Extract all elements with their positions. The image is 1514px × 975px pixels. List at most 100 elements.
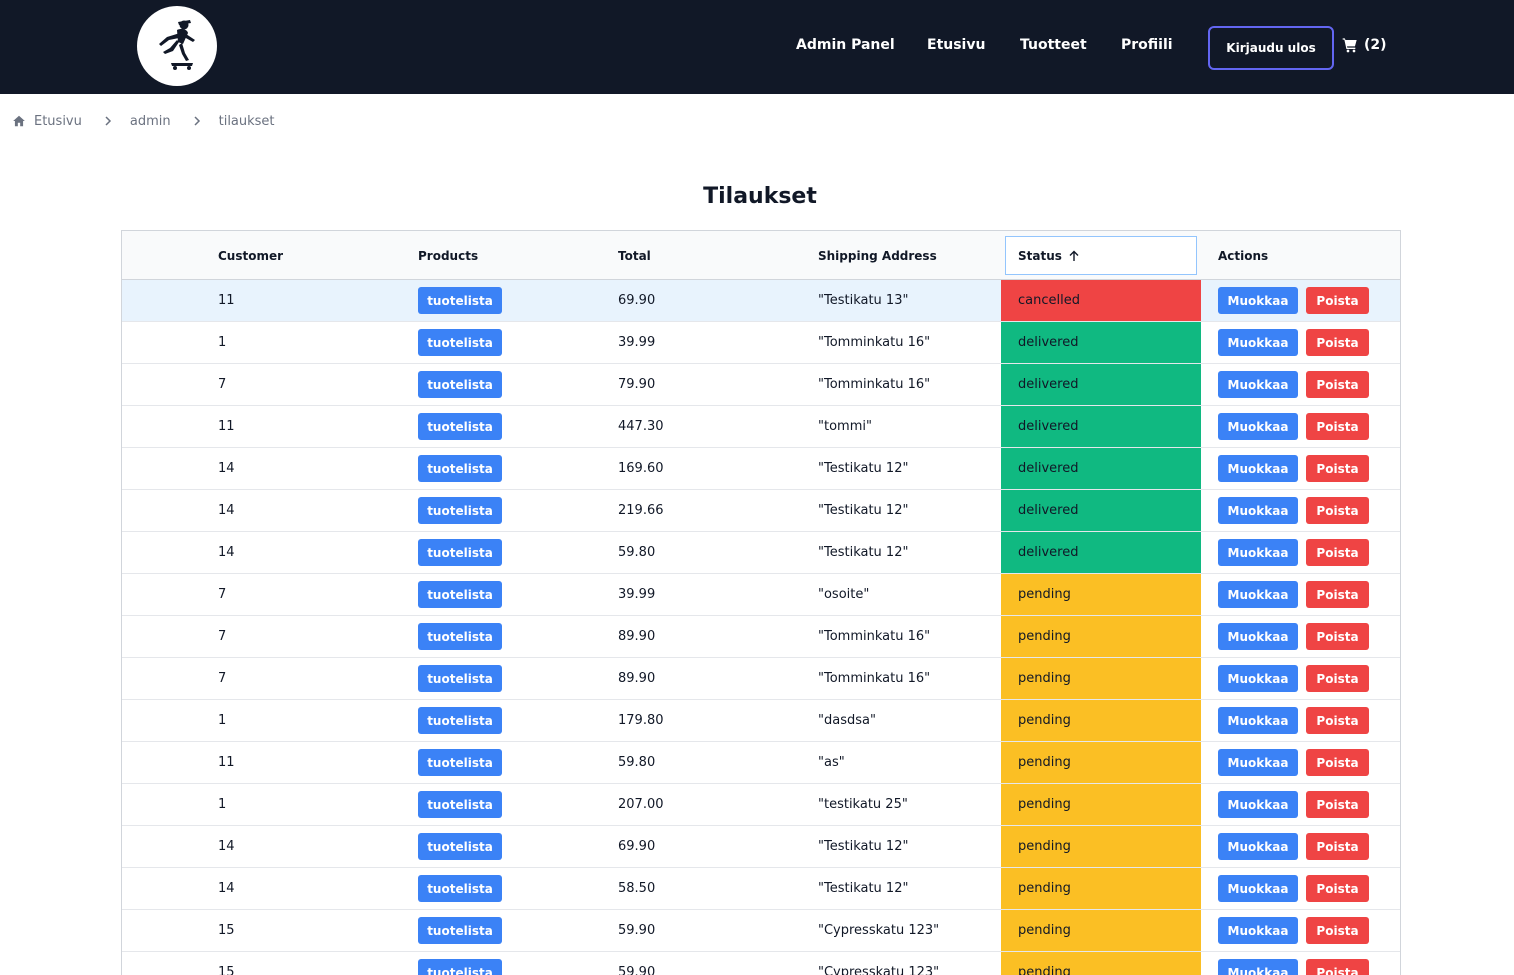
cell-customer: 11 (218, 755, 235, 770)
cell-customer: 15 (218, 965, 235, 975)
cell-shipping-address: "tommi" (818, 419, 872, 434)
table-row[interactable]: 11 tuotelista 59.80 "as" pending Muokkaa Poist… (122, 742, 1400, 784)
delete-button[interactable]: Poista (1306, 623, 1369, 650)
cell-shipping-address: "Tomminkatu 16" (818, 335, 931, 350)
status-badge: pending (1001, 826, 1201, 867)
delete-button[interactable]: Poista (1306, 665, 1369, 692)
product-list-button[interactable]: tuotelista (418, 329, 502, 356)
table-row[interactable]: 1 tuotelista 39.99 "Tomminkatu 16" delivered… (122, 322, 1400, 364)
table-row[interactable]: 15 tuotelista 59.90 "Cypresskatu 123" pendin… (122, 952, 1400, 975)
product-list-button[interactable]: tuotelista (418, 497, 502, 524)
table-row[interactable]: 7 tuotelista 89.90 "Tomminkatu 16" pending Mu… (122, 658, 1400, 700)
cell-customer: 7 (218, 377, 227, 392)
nav-link-admin-panel[interactable]: Admin Panel (796, 37, 895, 53)
table-row[interactable]: 14 tuotelista 219.66 "Testikatu 12" delivere… (122, 490, 1400, 532)
edit-button[interactable]: Muokkaa (1218, 623, 1298, 650)
table-row[interactable]: 14 tuotelista 58.50 "Testikatu 12" pending Mu… (122, 868, 1400, 910)
cell-shipping-address: "osoite" (818, 587, 870, 602)
cell-shipping-address: "Tomminkatu 16" (818, 377, 931, 392)
delete-button[interactable]: Poista (1306, 539, 1369, 566)
edit-button[interactable]: Muokkaa (1218, 329, 1298, 356)
column-header-customer[interactable]: Customer (218, 249, 283, 263)
delete-button[interactable]: Poista (1306, 287, 1369, 314)
cell-customer: 14 (218, 545, 235, 560)
product-list-button[interactable]: tuotelista (418, 791, 502, 818)
edit-button[interactable]: Muokkaa (1218, 959, 1298, 975)
breadcrumb-etusivu[interactable]: Etusivu (34, 114, 82, 129)
delete-button[interactable]: Poista (1306, 371, 1369, 398)
column-header-status-label: Status (1018, 249, 1062, 263)
table-row[interactable]: 14 tuotelista 169.60 "Testikatu 12" delivere… (122, 448, 1400, 490)
cell-total: 219.66 (618, 503, 664, 518)
edit-button[interactable]: Muokkaa (1218, 455, 1298, 482)
edit-button[interactable]: Muokkaa (1218, 539, 1298, 566)
product-list-button[interactable]: tuotelista (418, 623, 502, 650)
edit-button[interactable]: Muokkaa (1218, 875, 1298, 902)
nav-link-etusivu[interactable]: Etusivu (927, 37, 985, 53)
cell-total: 179.80 (618, 713, 664, 728)
delete-button[interactable]: Poista (1306, 749, 1369, 776)
product-list-button[interactable]: tuotelista (418, 665, 502, 692)
table-row[interactable]: 11 tuotelista 447.30 "tommi" delivered Muokka… (122, 406, 1400, 448)
status-badge: delivered (1001, 364, 1201, 405)
product-list-button[interactable]: tuotelista (418, 371, 502, 398)
table-row[interactable]: 11 tuotelista 69.90 "Testikatu 13" cancelled… (122, 280, 1400, 322)
table-row[interactable]: 7 tuotelista 89.90 "Tomminkatu 16" pending Mu… (122, 616, 1400, 658)
nav-link-profiili[interactable]: Profiili (1121, 37, 1173, 53)
edit-button[interactable]: Muokkaa (1218, 581, 1298, 608)
product-list-button[interactable]: tuotelista (418, 287, 502, 314)
delete-button[interactable]: Poista (1306, 959, 1369, 975)
delete-button[interactable]: Poista (1306, 875, 1369, 902)
table-row[interactable]: 7 tuotelista 79.90 "Tomminkatu 16" delivered… (122, 364, 1400, 406)
delete-button[interactable]: Poista (1306, 917, 1369, 944)
table-row[interactable]: 14 tuotelista 69.90 "Testikatu 12" pending Mu… (122, 826, 1400, 868)
edit-button[interactable]: Muokkaa (1218, 287, 1298, 314)
status-badge: pending (1001, 574, 1201, 615)
table-row[interactable]: 1 tuotelista 179.80 "dasdsa" pending Muokkaa P… (122, 700, 1400, 742)
column-header-status[interactable]: Status (1005, 236, 1197, 275)
delete-button[interactable]: Poista (1306, 497, 1369, 524)
edit-button[interactable]: Muokkaa (1218, 833, 1298, 860)
delete-button[interactable]: Poista (1306, 413, 1369, 440)
edit-button[interactable]: Muokkaa (1218, 707, 1298, 734)
edit-button[interactable]: Muokkaa (1218, 917, 1298, 944)
cell-shipping-address: "Cypresskatu 123" (818, 923, 940, 938)
product-list-button[interactable]: tuotelista (418, 749, 502, 776)
table-row[interactable]: 14 tuotelista 59.80 "Testikatu 12" delivered… (122, 532, 1400, 574)
product-list-button[interactable]: tuotelista (418, 875, 502, 902)
nav-link-tuotteet[interactable]: Tuotteet (1020, 37, 1087, 53)
delete-button[interactable]: Poista (1306, 581, 1369, 608)
product-list-button[interactable]: tuotelista (418, 917, 502, 944)
delete-button[interactable]: Poista (1306, 455, 1369, 482)
breadcrumb-tilaukset[interactable]: tilaukset (219, 114, 275, 129)
cart-button[interactable]: (2) (1342, 37, 1387, 53)
delete-button[interactable]: Poista (1306, 833, 1369, 860)
product-list-button[interactable]: tuotelista (418, 959, 502, 975)
delete-button[interactable]: Poista (1306, 791, 1369, 818)
product-list-button[interactable]: tuotelista (418, 833, 502, 860)
product-list-button[interactable]: tuotelista (418, 455, 502, 482)
product-list-button[interactable]: tuotelista (418, 707, 502, 734)
skateboarder-logo-icon[interactable] (137, 6, 217, 86)
edit-button[interactable]: Muokkaa (1218, 413, 1298, 440)
column-header-shipping-address[interactable]: Shipping Address (818, 249, 937, 263)
shopping-cart-icon (1342, 38, 1357, 53)
column-header-total[interactable]: Total (618, 249, 651, 263)
table-row[interactable]: 7 tuotelista 39.99 "osoite" pending Muokkaa Po… (122, 574, 1400, 616)
edit-button[interactable]: Muokkaa (1218, 791, 1298, 818)
status-badge: pending (1001, 742, 1201, 783)
product-list-button[interactable]: tuotelista (418, 581, 502, 608)
column-header-products[interactable]: Products (418, 249, 478, 263)
edit-button[interactable]: Muokkaa (1218, 371, 1298, 398)
logout-button[interactable]: Kirjaudu ulos (1208, 26, 1334, 70)
product-list-button[interactable]: tuotelista (418, 413, 502, 440)
table-row[interactable]: 1 tuotelista 207.00 "testikatu 25" pending Mu… (122, 784, 1400, 826)
table-row[interactable]: 15 tuotelista 59.90 "Cypresskatu 123" pendin… (122, 910, 1400, 952)
delete-button[interactable]: Poista (1306, 329, 1369, 356)
edit-button[interactable]: Muokkaa (1218, 665, 1298, 692)
edit-button[interactable]: Muokkaa (1218, 497, 1298, 524)
product-list-button[interactable]: tuotelista (418, 539, 502, 566)
breadcrumb-admin[interactable]: admin (130, 114, 171, 129)
edit-button[interactable]: Muokkaa (1218, 749, 1298, 776)
delete-button[interactable]: Poista (1306, 707, 1369, 734)
